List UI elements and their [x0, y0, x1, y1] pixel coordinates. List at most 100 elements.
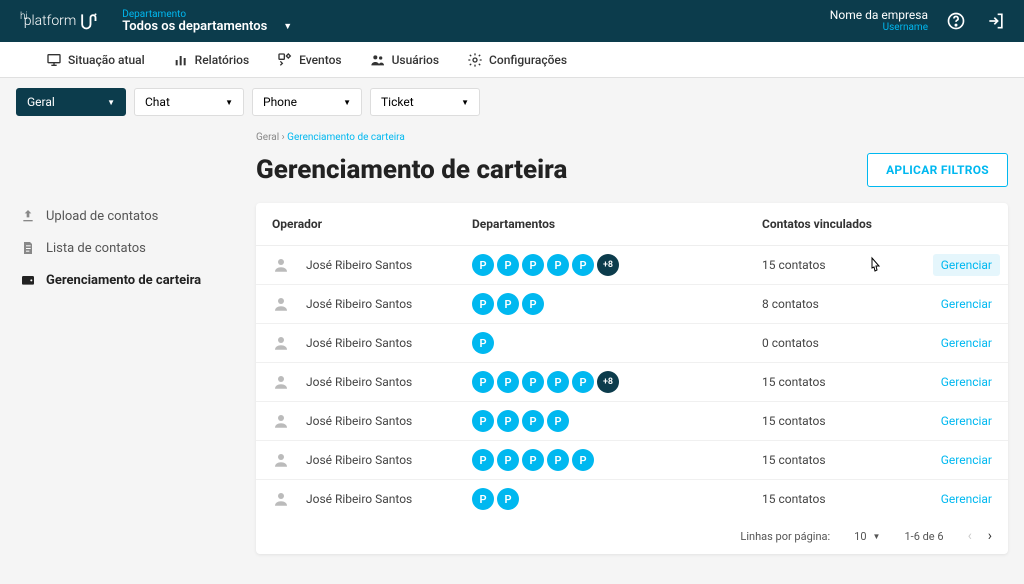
- pagination-range: 1-6 de 6: [904, 530, 943, 543]
- filter-phone[interactable]: Phone▼: [252, 88, 362, 116]
- contacts-count: 15 contatos: [762, 492, 912, 506]
- dept-chip-more[interactable]: +8: [597, 254, 619, 276]
- dept-chip: P: [572, 371, 594, 393]
- operator-name: José Ribeiro Santos: [306, 414, 412, 428]
- dept-chip: P: [547, 410, 569, 432]
- operator-name: José Ribeiro Santos: [306, 375, 412, 389]
- contacts-count: 0 contatos: [762, 336, 912, 350]
- dept-chip: P: [522, 254, 544, 276]
- apply-filters-button[interactable]: APLICAR FILTROS: [867, 153, 1008, 187]
- logo-icon: [78, 11, 98, 31]
- dept-chip: P: [572, 449, 594, 471]
- table-header: Operador Departamentos Contatos vinculad…: [256, 203, 1008, 246]
- sidebar-item-lista[interactable]: Lista de contatos: [16, 232, 256, 264]
- upload-icon: [20, 208, 36, 224]
- contacts-count: 8 contatos: [762, 297, 912, 311]
- prev-page-button[interactable]: ‹: [968, 528, 972, 544]
- sidebar: Upload de contatos Lista de contatos Ger…: [16, 126, 256, 554]
- chevron-down-icon: ▼: [343, 98, 351, 107]
- manage-link[interactable]: Gerenciar: [941, 336, 992, 350]
- manage-link[interactable]: Gerenciar: [941, 492, 992, 506]
- department-selector[interactable]: Todos os departamentos▼: [122, 19, 830, 34]
- filter-row: Geral▼ Chat▼ Phone▼ Ticket▼: [0, 78, 1024, 126]
- dept-chip: P: [522, 293, 544, 315]
- table-row: José Ribeiro Santos PPPPP+8 15 contatos …: [256, 363, 1008, 402]
- manage-link[interactable]: Gerenciar: [933, 254, 1000, 276]
- operators-table: Operador Departamentos Contatos vinculad…: [256, 203, 1008, 554]
- company-info: Nome da empresa Username: [830, 8, 928, 34]
- dept-chip: P: [497, 254, 519, 276]
- person-icon: [272, 490, 290, 508]
- next-page-button[interactable]: ›: [988, 528, 992, 544]
- person-icon: [272, 334, 290, 352]
- monitor-icon: [46, 52, 62, 68]
- dept-chip: P: [547, 449, 569, 471]
- manage-link[interactable]: Gerenciar: [941, 297, 992, 311]
- chevron-down-icon: ▼: [107, 98, 115, 107]
- dept-chip: P: [472, 449, 494, 471]
- logout-icon[interactable]: [984, 9, 1008, 33]
- tab-situacao[interactable]: Situação atual: [32, 42, 159, 77]
- dept-chip: P: [572, 254, 594, 276]
- app-header: hi platform Departamento Todos os depart…: [0, 0, 1024, 42]
- gear-icon: [467, 52, 483, 68]
- contacts-count: 15 contatos: [762, 453, 912, 467]
- dept-chip: P: [472, 488, 494, 510]
- filter-chat[interactable]: Chat▼: [134, 88, 244, 116]
- dept-chip: P: [522, 449, 544, 471]
- dept-chip: P: [497, 410, 519, 432]
- manage-link[interactable]: Gerenciar: [941, 453, 992, 467]
- dept-chip: P: [472, 371, 494, 393]
- tab-configuracoes[interactable]: Configurações: [453, 42, 581, 77]
- dept-chip: P: [472, 254, 494, 276]
- dept-chip-more[interactable]: +8: [597, 371, 619, 393]
- breadcrumb-current[interactable]: Gerenciamento de carteira: [287, 132, 405, 143]
- page-title: Gerenciamento de carteira: [256, 155, 567, 185]
- sidebar-item-upload[interactable]: Upload de contatos: [16, 200, 256, 232]
- dept-chip: P: [522, 371, 544, 393]
- filter-geral[interactable]: Geral▼: [16, 88, 126, 116]
- operator-name: José Ribeiro Santos: [306, 492, 412, 506]
- main-tabs: Situação atual Relatórios Eventos Usuári…: [0, 42, 1024, 78]
- table-row: José Ribeiro Santos PPPP 15 contatos Ger…: [256, 402, 1008, 441]
- operator-name: José Ribeiro Santos: [306, 336, 412, 350]
- sidebar-item-gerenciamento[interactable]: Gerenciamento de carteira: [16, 264, 256, 296]
- tab-usuarios[interactable]: Usuários: [356, 42, 453, 77]
- users-icon: [370, 52, 386, 68]
- pagination: Linhas por página: 10▼ 1-6 de 6 ‹ ›: [256, 518, 1008, 554]
- table-row: José Ribeiro Santos PP 15 contatos Geren…: [256, 480, 1008, 518]
- list-icon: [20, 240, 36, 256]
- dept-chip: P: [497, 488, 519, 510]
- contacts-count: 15 contatos: [762, 375, 912, 389]
- help-icon[interactable]: [944, 9, 968, 33]
- main-content: Geral › Gerenciamento de carteira Gerenc…: [256, 126, 1008, 554]
- person-icon: [272, 451, 290, 469]
- tab-relatorios[interactable]: Relatórios: [159, 42, 263, 77]
- chevron-down-icon: ▼: [461, 98, 469, 107]
- chevron-down-icon: ▼: [873, 532, 881, 541]
- dept-chip: P: [547, 371, 569, 393]
- tab-eventos[interactable]: Eventos: [263, 42, 355, 77]
- table-row: José Ribeiro Santos P 0 contatos Gerenci…: [256, 324, 1008, 363]
- person-icon: [272, 412, 290, 430]
- department-block: Departamento Todos os departamentos▼: [122, 9, 830, 34]
- table-row: José Ribeiro Santos PPPPP 15 contatos Ge…: [256, 441, 1008, 480]
- rows-per-page-selector[interactable]: 10▼: [854, 530, 880, 543]
- filter-ticket[interactable]: Ticket▼: [370, 88, 480, 116]
- events-icon: [277, 52, 293, 68]
- chevron-down-icon: ▼: [283, 21, 292, 32]
- dept-chip: P: [522, 410, 544, 432]
- person-icon: [272, 373, 290, 391]
- dept-chip: P: [547, 254, 569, 276]
- manage-link[interactable]: Gerenciar: [941, 414, 992, 428]
- logo: hi platform: [16, 11, 98, 31]
- dept-chip: P: [497, 371, 519, 393]
- manage-link[interactable]: Gerenciar: [941, 375, 992, 389]
- operator-name: José Ribeiro Santos: [306, 297, 412, 311]
- contacts-count: 15 contatos: [762, 414, 912, 428]
- dept-chip: P: [497, 449, 519, 471]
- dept-chip: P: [497, 293, 519, 315]
- dept-chip: P: [472, 410, 494, 432]
- chevron-down-icon: ▼: [225, 98, 233, 107]
- dept-chip: P: [472, 332, 494, 354]
